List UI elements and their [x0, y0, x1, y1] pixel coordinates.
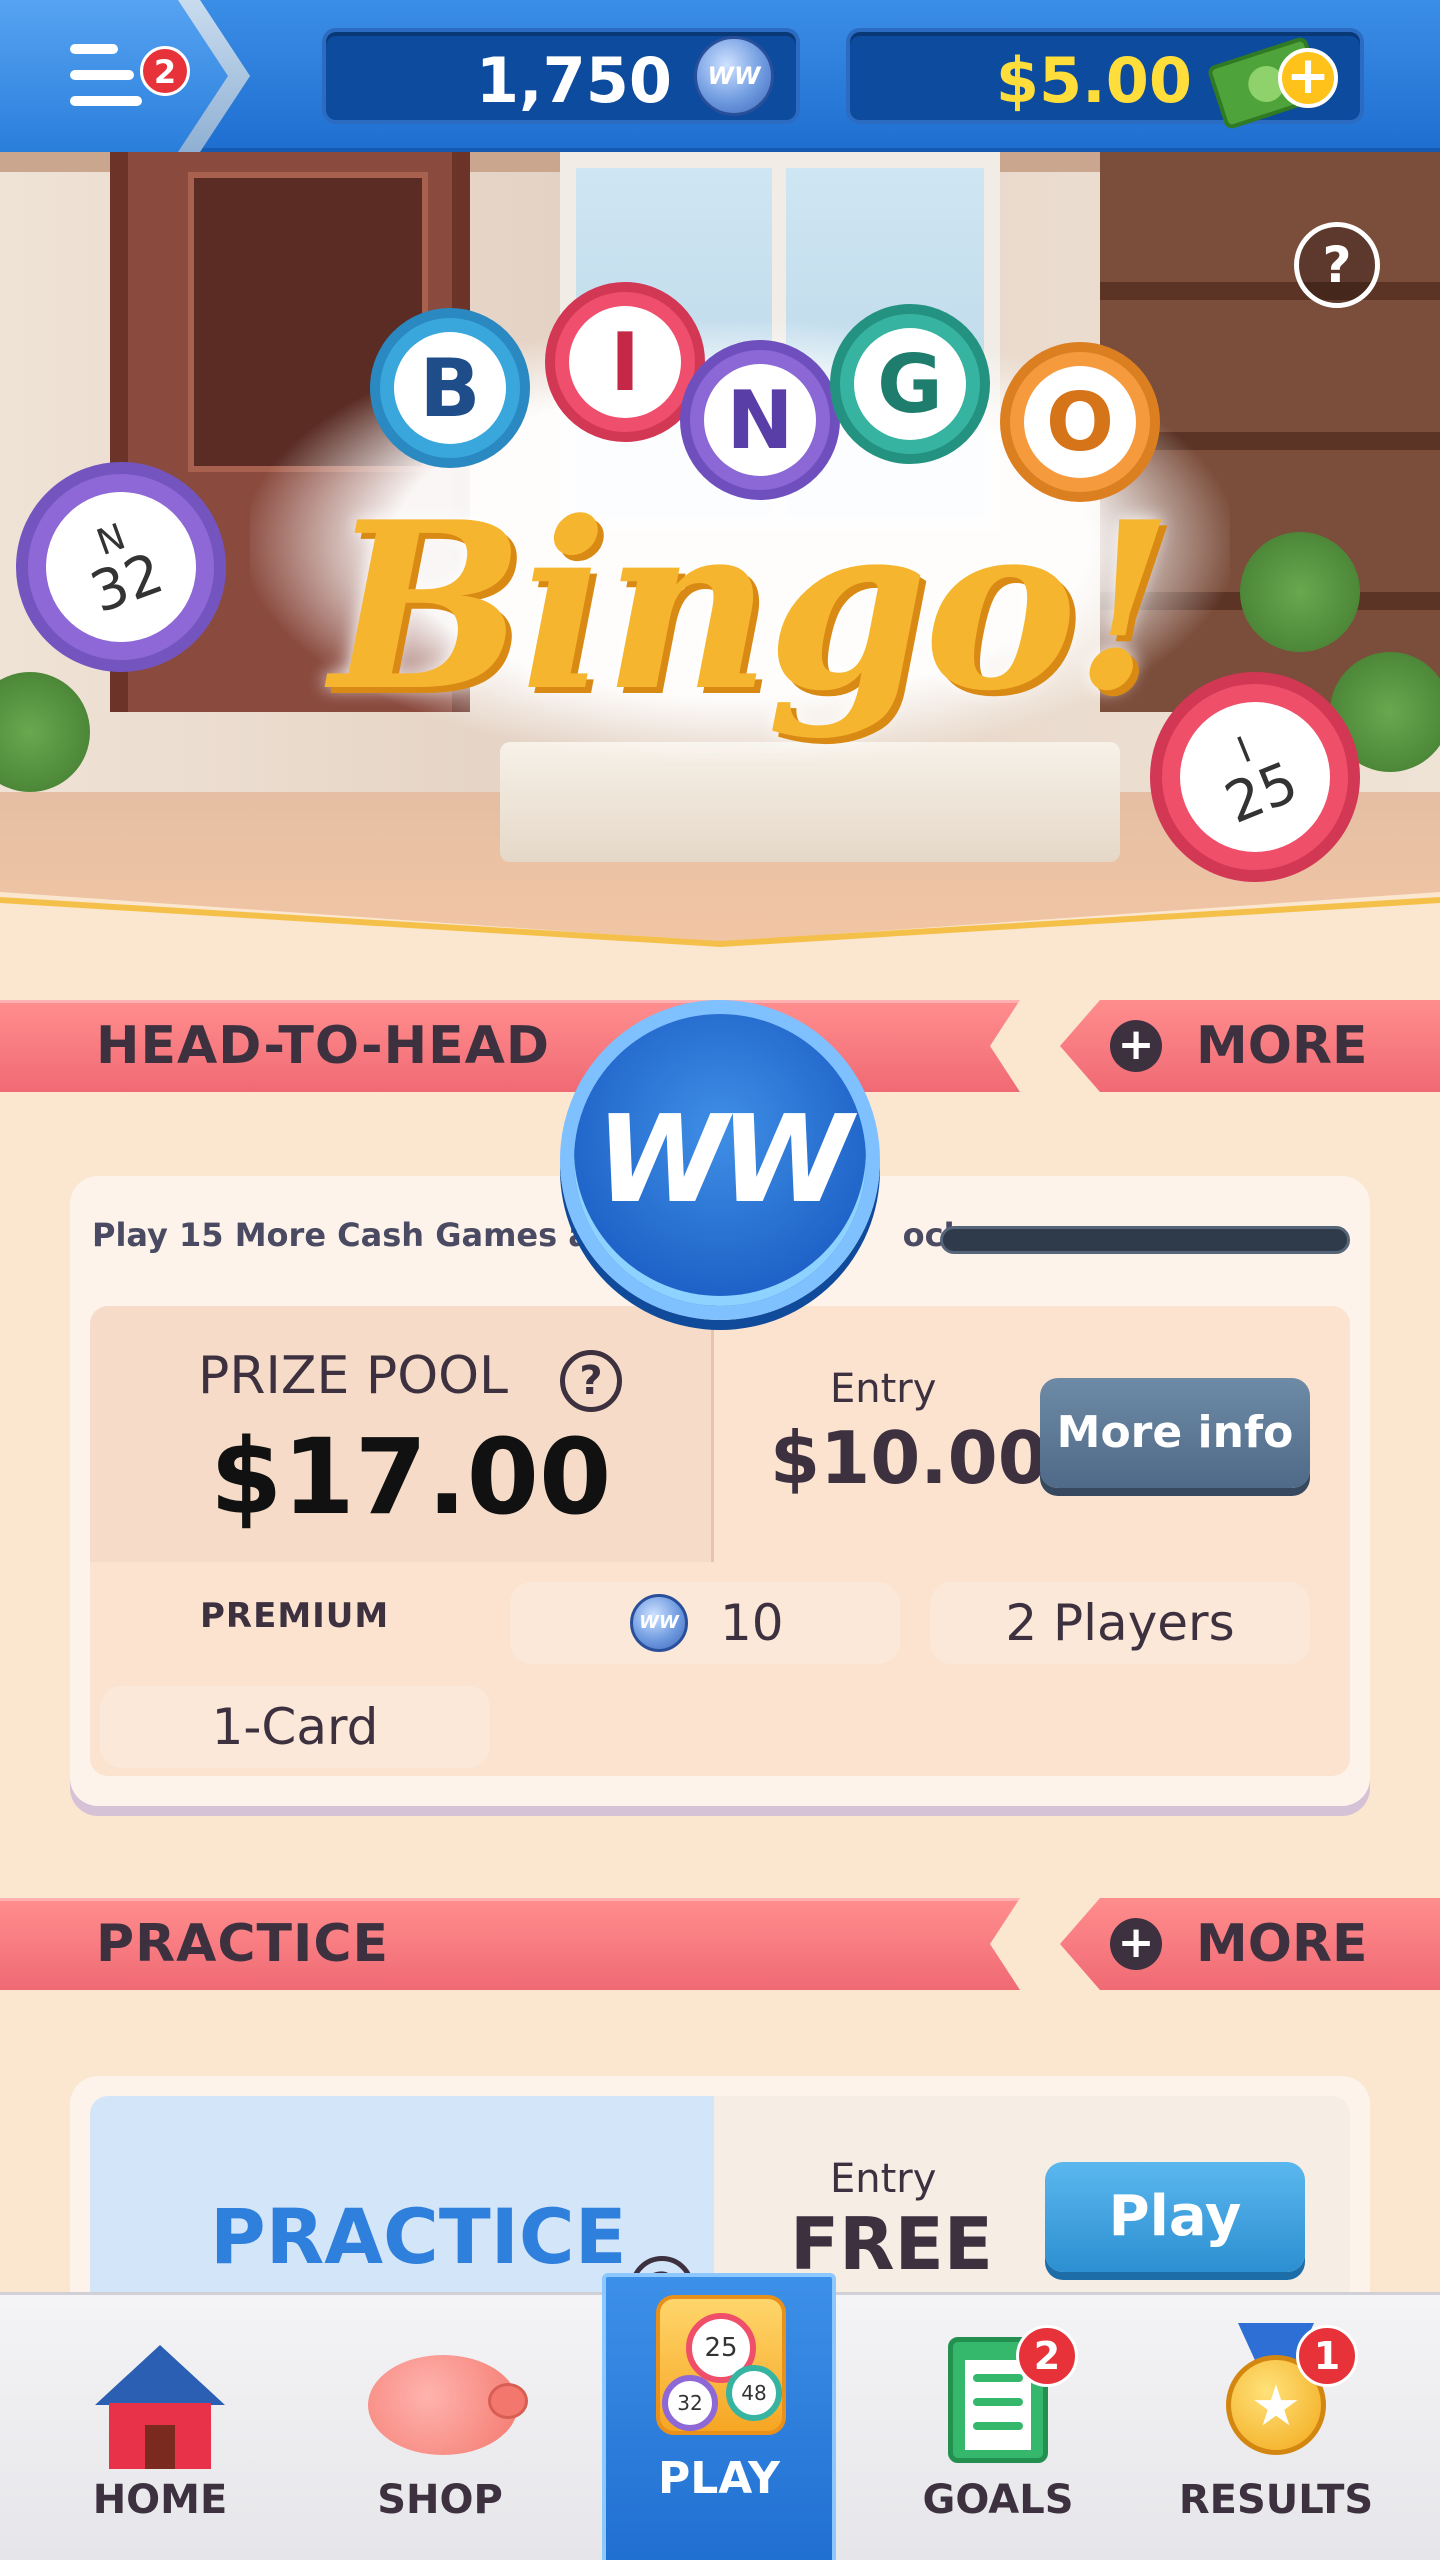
section-title-practice: PRACTICE — [96, 1914, 390, 1974]
plant-illustration — [1240, 532, 1360, 652]
menu-icon[interactable] — [70, 40, 142, 112]
ww-coin-icon: WW — [630, 1594, 688, 1652]
game-details: PRIZE POOL ? $17.00 Entry $10.00 More in… — [90, 1306, 1350, 1776]
cash-stack-icon: + — [1206, 20, 1344, 131]
practice-play-button[interactable]: Play — [1045, 2162, 1305, 2272]
nav-home[interactable]: HOME — [30, 2295, 290, 2560]
coin-reward-value: 10 — [720, 1594, 784, 1652]
hero-banner: ? B I N G O Bingo! N 32 I 25 — [0, 152, 1440, 952]
plus-icon: + — [1110, 1020, 1162, 1072]
practice-entry-label: Entry — [830, 2156, 937, 2202]
practice-title: PRACTICE — [210, 2192, 627, 2281]
prize-pool-box: PRIZE POOL ? $17.00 — [90, 1306, 714, 1562]
nav-play[interactable]: 25 32 48 PLAY — [602, 2273, 836, 2560]
cash-amount: $5.00 — [995, 44, 1192, 117]
bingo-script-title: Bingo! — [330, 472, 1174, 742]
prize-pool-label: PRIZE POOL — [198, 1346, 509, 1406]
nav-goals-label: GOALS — [922, 2477, 1074, 2523]
unlock-progress-bar — [940, 1226, 1350, 1254]
nav-results-label: RESULTS — [1178, 2477, 1374, 2523]
nav-goals[interactable]: 2 GOALS — [868, 2295, 1128, 2560]
cash-balance[interactable]: $5.00 + — [846, 28, 1364, 131]
results-badge: 1 — [1296, 2325, 1358, 2387]
prize-pool-help-icon[interactable]: ? — [560, 1350, 622, 1412]
nav-home-label: HOME — [92, 2477, 228, 2523]
practice-more-label: MORE — [1196, 1914, 1368, 1974]
help-icon[interactable]: ? — [1294, 222, 1380, 308]
ww-logo-badge: WW — [560, 1000, 880, 1320]
entry-fee-value: $10.00 — [770, 1416, 1048, 1500]
nav-results[interactable]: ★ 1 RESULTS — [1146, 2295, 1406, 2560]
bingo-ball-g: G — [830, 304, 990, 464]
nav-shop-label: SHOP — [377, 2477, 503, 2523]
bottom-navigation: HOME SHOP 25 32 48 PLAY 2 GOALS ★ 1 RESU… — [0, 2273, 1440, 2560]
add-cash-icon[interactable]: + — [1278, 48, 1338, 108]
home-icon — [95, 2345, 225, 2469]
top-bar: 2 1,750 WW $5.00 + — [0, 0, 1440, 152]
nav-shop[interactable]: SHOP — [310, 2295, 570, 2560]
plus-icon: + — [1110, 1918, 1162, 1970]
menu-notification-badge: 2 — [140, 46, 190, 96]
nav-play-label: PLAY — [658, 2453, 780, 2504]
goals-badge: 2 — [1016, 2325, 1078, 2387]
ww-coin-icon: WW — [694, 36, 774, 116]
section-title-head-to-head: HEAD-TO-HEAD — [96, 1016, 551, 1076]
more-info-button[interactable]: More info — [1040, 1378, 1310, 1488]
card-count-pill: 1-Card — [100, 1686, 490, 1768]
bingo-ball-b: B — [370, 308, 530, 468]
tier-label: PREMIUM — [200, 1596, 390, 1636]
hero-bottom-edge — [0, 892, 1440, 952]
bingo-logo: B I N G O Bingo! — [210, 282, 1230, 842]
coins-amount: 1,750 — [475, 44, 672, 117]
head-to-head-more-label: MORE — [1196, 1016, 1368, 1076]
bingo-balls-icon: 25 32 48 — [656, 2295, 786, 2435]
players-pill: 2 Players — [930, 1582, 1310, 1664]
coins-balance[interactable]: 1,750 WW — [322, 28, 800, 124]
prize-pool-value: $17.00 — [210, 1416, 612, 1538]
entry-label: Entry — [830, 1366, 937, 1412]
coin-reward-pill: WW 10 — [510, 1582, 900, 1664]
